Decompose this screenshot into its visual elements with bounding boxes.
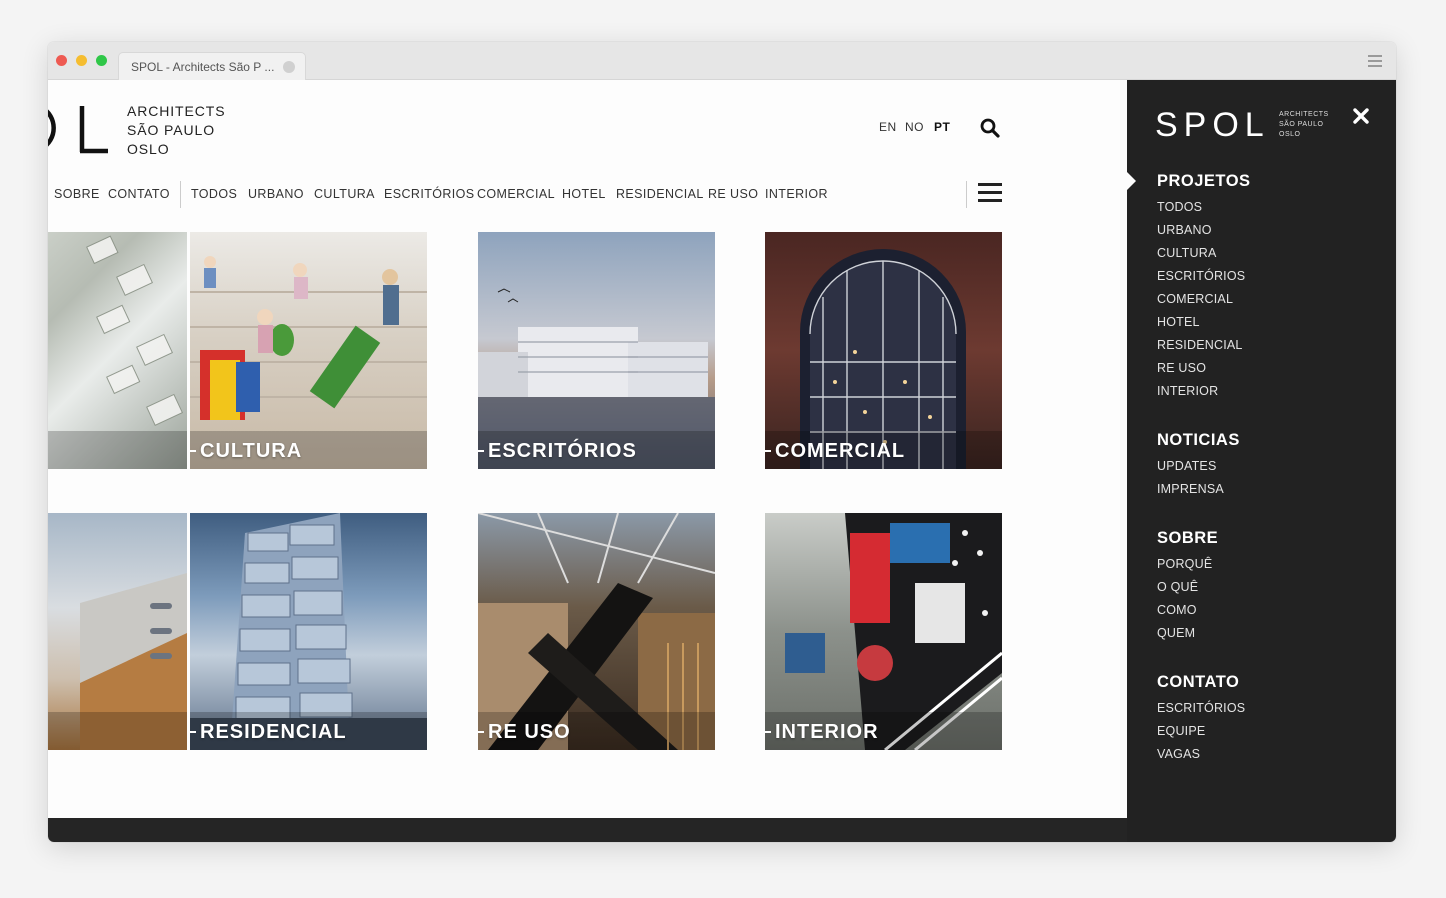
caption-dash bbox=[190, 450, 196, 452]
caption-dash bbox=[478, 450, 484, 452]
sidebar-link-cultura[interactable]: CULTURA bbox=[1157, 246, 1217, 260]
tab-title: SPOL - Architects São P ... bbox=[131, 60, 275, 74]
lang-pt-link[interactable]: PT bbox=[934, 120, 950, 134]
nav-cultura[interactable]: CULTURA bbox=[314, 187, 375, 201]
sidebar-link-hotel[interactable]: HOTEL bbox=[1157, 315, 1200, 329]
tile-caption: INTERIOR bbox=[775, 721, 879, 743]
spol-logo-icon bbox=[48, 106, 108, 154]
close-window-button[interactable] bbox=[56, 55, 67, 66]
caption-dash bbox=[765, 731, 771, 733]
nav-contato[interactable]: CONTATO bbox=[108, 187, 170, 201]
lang-en-link[interactable]: EN bbox=[879, 120, 897, 134]
sidebar-link-urbano[interactable]: URBANO bbox=[1157, 223, 1212, 237]
page-footer-bar bbox=[48, 818, 1127, 842]
logo-line-2: SÃO PAULO bbox=[127, 122, 215, 138]
minimize-window-button[interactable] bbox=[76, 55, 87, 66]
sidebar-link-residencial[interactable]: RESIDENCIAL bbox=[1157, 338, 1243, 352]
project-tile-comercial[interactable]: COMERCIAL bbox=[765, 232, 1002, 469]
maximize-window-button[interactable] bbox=[96, 55, 107, 66]
sidebar-link-updates[interactable]: UPDATES bbox=[1157, 459, 1217, 473]
caption-dash bbox=[190, 731, 196, 733]
project-tile-hotel[interactable] bbox=[48, 513, 187, 750]
nav-urbano[interactable]: URBANO bbox=[248, 187, 304, 201]
logo-line-1: ARCHITECTS bbox=[127, 103, 226, 119]
tile-caption: COMERCIAL bbox=[775, 440, 906, 462]
sidebar-link-escritorios-contato[interactable]: ESCRITÓRIOS bbox=[1157, 701, 1245, 715]
sidebar-menu: SPOL ARCHITECTS SÃO PAULO OSLO PROJETOS … bbox=[1127, 80, 1396, 842]
sidebar-link-quem[interactable]: QUEM bbox=[1157, 626, 1195, 640]
hamburger-menu-icon[interactable] bbox=[978, 183, 1002, 203]
project-tile-urbano[interactable] bbox=[48, 232, 187, 469]
logo-text: ARCHITECTS SÃO PAULO OSLO bbox=[127, 102, 225, 159]
page-content: ARCHITECTS SÃO PAULO OSLO EN NO PT SOBRE… bbox=[48, 80, 1127, 818]
tile-caption: CULTURA bbox=[200, 440, 303, 462]
sidebar-logo-line-1: ARCHITECTS bbox=[1279, 111, 1329, 118]
tab-close-icon[interactable] bbox=[283, 61, 295, 73]
tile-caption-bar bbox=[48, 712, 187, 750]
sidebar-logo-sub: ARCHITECTS SÃO PAULO OSLO bbox=[1279, 110, 1329, 140]
sidebar-link-vagas[interactable]: VAGAS bbox=[1157, 747, 1200, 761]
nav-divider bbox=[180, 181, 181, 208]
project-tile-escritorios[interactable]: ESCRITÓRIOS bbox=[478, 232, 715, 469]
browser-titlebar: SPOL - Architects São P ... bbox=[48, 42, 1396, 80]
nav-residencial[interactable]: RESIDENCIAL bbox=[616, 187, 704, 201]
sidebar-heading-noticias[interactable]: NOTICIAS bbox=[1157, 431, 1240, 450]
window-menu-icon[interactable] bbox=[1368, 55, 1382, 67]
sidebar-logo-line-3: OSLO bbox=[1279, 131, 1301, 138]
sidebar-logo-line-2: SÃO PAULO bbox=[1279, 121, 1324, 128]
tile-caption: RESIDENCIAL bbox=[200, 721, 347, 743]
sidebar-link-porque[interactable]: PORQUÊ bbox=[1157, 557, 1212, 571]
sidebar-link-interior[interactable]: INTERIOR bbox=[1157, 384, 1218, 398]
sidebar-heading-sobre[interactable]: SOBRE bbox=[1157, 529, 1218, 548]
sidebar-link-todos[interactable]: TODOS bbox=[1157, 200, 1202, 214]
project-tile-residencial[interactable]: RESIDENCIAL bbox=[190, 513, 427, 750]
project-tile-interior[interactable]: INTERIOR bbox=[765, 513, 1002, 750]
sidebar-link-re-uso[interactable]: RE USO bbox=[1157, 361, 1206, 375]
sidebar-link-escritorios[interactable]: ESCRITÓRIOS bbox=[1157, 269, 1245, 283]
nav-escritorios[interactable]: ESCRITÓRIOS bbox=[384, 187, 475, 201]
sidebar-link-equipe[interactable]: EQUIPE bbox=[1157, 724, 1205, 738]
caption-dash bbox=[478, 731, 484, 733]
tile-caption: ESCRITÓRIOS bbox=[488, 440, 637, 462]
nav-todos[interactable]: TODOS bbox=[191, 187, 237, 201]
nav-hotel[interactable]: HOTEL bbox=[562, 187, 606, 201]
nav-comercial[interactable]: COMERCIAL bbox=[477, 187, 555, 201]
sidebar-link-o-que[interactable]: O QUÊ bbox=[1157, 580, 1198, 594]
sidebar-pointer bbox=[1127, 172, 1136, 190]
nav-interior[interactable]: INTERIOR bbox=[765, 187, 828, 201]
nav-sobre[interactable]: SOBRE bbox=[54, 187, 100, 201]
browser-window: SPOL - Architects São P ... ARCHITECTS S… bbox=[48, 42, 1396, 842]
tile-caption-bar bbox=[48, 431, 187, 469]
sidebar-logo-icon: SPOL bbox=[1155, 106, 1270, 140]
caption-dash bbox=[765, 450, 771, 452]
sidebar-heading-contato[interactable]: CONTATO bbox=[1157, 673, 1239, 692]
nav-re-uso[interactable]: RE USO bbox=[708, 187, 758, 201]
close-icon[interactable] bbox=[1353, 108, 1369, 124]
sidebar-link-como[interactable]: COMO bbox=[1157, 603, 1197, 617]
logo-line-3: OSLO bbox=[127, 141, 170, 157]
project-tile-cultura[interactable]: CULTURA bbox=[190, 232, 427, 469]
project-tile-re-uso[interactable]: RE USO bbox=[478, 513, 715, 750]
sidebar-logo-text: SPOL bbox=[1155, 106, 1270, 140]
browser-tab[interactable]: SPOL - Architects São P ... bbox=[118, 52, 306, 80]
search-icon[interactable] bbox=[980, 118, 1000, 138]
nav-divider bbox=[966, 181, 967, 208]
sidebar-link-comercial[interactable]: COMERCIAL bbox=[1157, 292, 1233, 306]
lang-no-link[interactable]: NO bbox=[905, 120, 924, 134]
tile-caption: RE USO bbox=[488, 721, 571, 743]
sidebar-link-imprensa[interactable]: IMPRENSA bbox=[1157, 482, 1224, 496]
sidebar-heading-projetos[interactable]: PROJETOS bbox=[1157, 172, 1251, 191]
